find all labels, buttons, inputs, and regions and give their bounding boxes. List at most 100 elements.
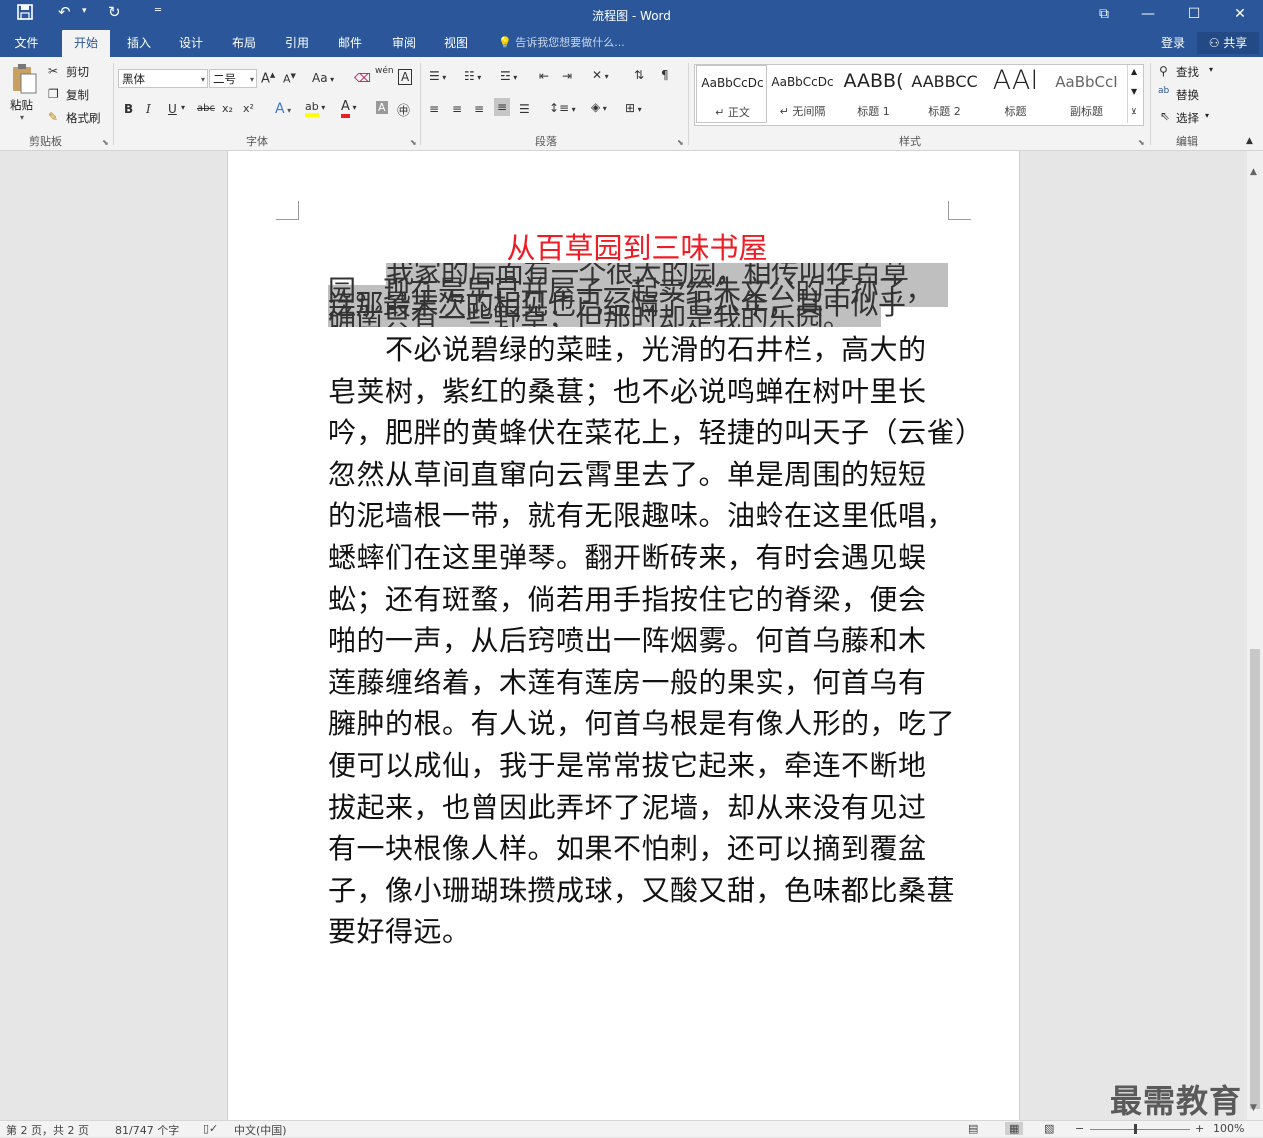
find-button[interactable]: 查找: [1176, 64, 1199, 80]
tab-references[interactable]: 引用: [274, 30, 320, 57]
tab-file[interactable]: 文件: [0, 30, 53, 57]
gallery-more-icon[interactable]: ⊻: [1131, 107, 1137, 116]
italic-button[interactable]: I: [146, 102, 151, 116]
decrease-indent-icon[interactable]: ⇤: [539, 69, 549, 83]
multilevel-list-icon[interactable]: ☲ ▾: [500, 69, 517, 83]
replace-icon[interactable]: ab: [1158, 86, 1169, 96]
chevron-down-icon[interactable]: ▼: [1131, 87, 1137, 96]
subscript-button[interactable]: x₂: [222, 102, 233, 115]
scroll-down-icon[interactable]: ▼: [1250, 1103, 1257, 1113]
font-color-icon[interactable]: A ▾: [341, 99, 356, 118]
underline-dropdown-icon[interactable]: ▾: [181, 103, 185, 112]
paragraph-launcher-icon[interactable]: ⬊: [677, 138, 684, 147]
style-no-spacing[interactable]: AaBbCcDc ↵ 无间隔: [767, 65, 838, 123]
select-button[interactable]: 选择: [1176, 110, 1199, 126]
paste-label[interactable]: 粘贴: [10, 97, 33, 113]
text-effects-icon[interactable]: A ▾: [275, 101, 291, 117]
copy-icon[interactable]: ❐: [48, 87, 59, 101]
align-right-icon[interactable]: ≡: [474, 102, 484, 116]
document-page[interactable]: 从百草园到三味书屋 我家的后面有一个很大的园，相传叫作百草 园。现在是早已并屋子…: [227, 151, 1020, 1120]
borders-icon[interactable]: ⊞ ▾: [625, 101, 642, 115]
align-left-icon[interactable]: ≡: [429, 102, 439, 116]
select-dropdown-icon[interactable]: ▾: [1205, 111, 1209, 120]
zoom-level[interactable]: 100%: [1213, 1122, 1244, 1135]
web-layout-icon[interactable]: ▧: [1044, 1122, 1054, 1135]
paste-icon[interactable]: [10, 63, 38, 98]
show-marks-icon[interactable]: ¶: [661, 68, 669, 82]
font-name-combo[interactable]: 黑体 ▾: [118, 69, 208, 88]
selected-overlapping-text[interactable]: 我家的后面有一个很大的园，相传叫作百草 园。现在是早已并屋子一起卖给朱文公的子孙…: [328, 263, 948, 327]
numbering-icon[interactable]: ☷ ▾: [464, 69, 481, 83]
ribbon-display-icon[interactable]: ⧉: [1082, 3, 1126, 25]
cut-button[interactable]: 剪切: [66, 64, 89, 80]
zoom-out-icon[interactable]: −: [1075, 1122, 1084, 1135]
phonetic-guide-icon[interactable]: wén: [375, 66, 394, 76]
tab-design[interactable]: 设计: [168, 30, 214, 57]
sort-icon[interactable]: ⇅: [634, 68, 644, 82]
maximize-button[interactable]: ☐: [1172, 3, 1216, 25]
proofing-icon[interactable]: ▯✓: [203, 1122, 218, 1135]
close-button[interactable]: ✕: [1218, 3, 1262, 25]
find-icon[interactable]: ⚲: [1159, 64, 1168, 78]
styles-scroll[interactable]: ▲ ▼ ⊻: [1127, 65, 1143, 123]
login-link[interactable]: 登录: [1161, 30, 1185, 56]
shading-icon[interactable]: ◈ ▾: [591, 100, 607, 114]
style-normal[interactable]: AaBbCcDc ↵ 正文: [696, 65, 767, 123]
clipboard-launcher-icon[interactable]: ⬊: [102, 138, 109, 147]
highlight-icon[interactable]: ab ▾: [305, 99, 325, 117]
styles-launcher-icon[interactable]: ⬊: [1138, 138, 1145, 147]
style-heading-2[interactable]: AABBCC 标题 2: [909, 65, 980, 123]
replace-button[interactable]: 替换: [1176, 87, 1199, 103]
document-title[interactable]: 从百草园到三味书屋: [228, 225, 1046, 267]
bold-button[interactable]: B: [124, 102, 133, 116]
scrollbar-thumb[interactable]: [1250, 649, 1260, 1109]
strikethrough-button[interactable]: abc: [197, 103, 215, 114]
shrink-font-icon[interactable]: A▼: [283, 72, 296, 86]
zoom-slider-track[interactable]: [1090, 1129, 1190, 1130]
copy-button[interactable]: 复制: [66, 87, 89, 103]
grow-font-icon[interactable]: A▲: [261, 71, 275, 86]
change-case-icon[interactable]: Aa ▾: [312, 71, 334, 85]
zoom-slider-thumb[interactable]: [1134, 1124, 1137, 1134]
justify-icon[interactable]: ≡: [494, 98, 511, 116]
character-border-icon[interactable]: A: [398, 69, 413, 85]
tab-view[interactable]: 视图: [433, 30, 479, 57]
font-size-combo[interactable]: 二号 ▾: [209, 69, 257, 88]
vertical-scrollbar[interactable]: ▲ ▼: [1247, 151, 1263, 1120]
scissors-icon[interactable]: ✂: [48, 64, 58, 78]
select-cursor-icon[interactable]: ⇖: [1160, 109, 1170, 123]
style-title[interactable]: AAI 标题: [980, 65, 1051, 123]
line-spacing-icon[interactable]: ↕≡ ▾: [549, 101, 576, 115]
paste-dropdown-icon[interactable]: ▾: [20, 113, 24, 122]
tab-mailings[interactable]: 邮件: [327, 30, 373, 57]
superscript-button[interactable]: x²: [243, 102, 254, 115]
minimize-button[interactable]: —: [1126, 3, 1170, 25]
bullets-icon[interactable]: ☰ ▾: [429, 69, 446, 83]
tab-home[interactable]: 开始: [62, 30, 110, 57]
font-launcher-icon[interactable]: ⬊: [410, 138, 417, 147]
format-painter-icon[interactable]: ✎: [48, 110, 58, 124]
share-button[interactable]: ⚇ 共享: [1197, 32, 1259, 54]
document-body[interactable]: 不必说碧绿的菜畦，光滑的石井栏，高大的 皂荚树，紫红的桑葚；也不必说鸣蝉在树叶里…: [328, 329, 983, 953]
tab-layout[interactable]: 布局: [221, 30, 267, 57]
asian-layout-icon[interactable]: ✕ ▾: [592, 68, 609, 82]
increase-indent-icon[interactable]: ⇥: [562, 69, 572, 83]
format-painter-button[interactable]: 格式刷: [66, 110, 101, 126]
style-subtitle[interactable]: AaBbCcI 副标题: [1051, 65, 1122, 123]
align-center-icon[interactable]: ≡: [452, 102, 462, 116]
style-heading-1[interactable]: AABB( 标题 1: [838, 65, 909, 123]
distributed-icon[interactable]: ☰: [519, 102, 530, 116]
collapse-ribbon-icon[interactable]: ▲: [1246, 136, 1253, 146]
tab-insert[interactable]: 插入: [116, 30, 162, 57]
underline-button[interactable]: U: [168, 102, 177, 116]
find-dropdown-icon[interactable]: ▾: [1209, 65, 1213, 74]
chevron-up-icon[interactable]: ▲: [1131, 67, 1137, 76]
enclose-characters-icon[interactable]: ㊥: [397, 100, 410, 119]
read-mode-icon[interactable]: ▤: [968, 1122, 978, 1135]
tab-review[interactable]: 审阅: [381, 30, 427, 57]
tell-me-search[interactable]: 💡 告诉我您想要做什么...: [498, 30, 625, 56]
character-shading-icon[interactable]: A: [376, 101, 388, 114]
print-layout-icon[interactable]: ▦: [1005, 1122, 1024, 1135]
zoom-in-icon[interactable]: +: [1195, 1122, 1204, 1135]
clear-formatting-icon[interactable]: ⌫: [354, 71, 371, 85]
